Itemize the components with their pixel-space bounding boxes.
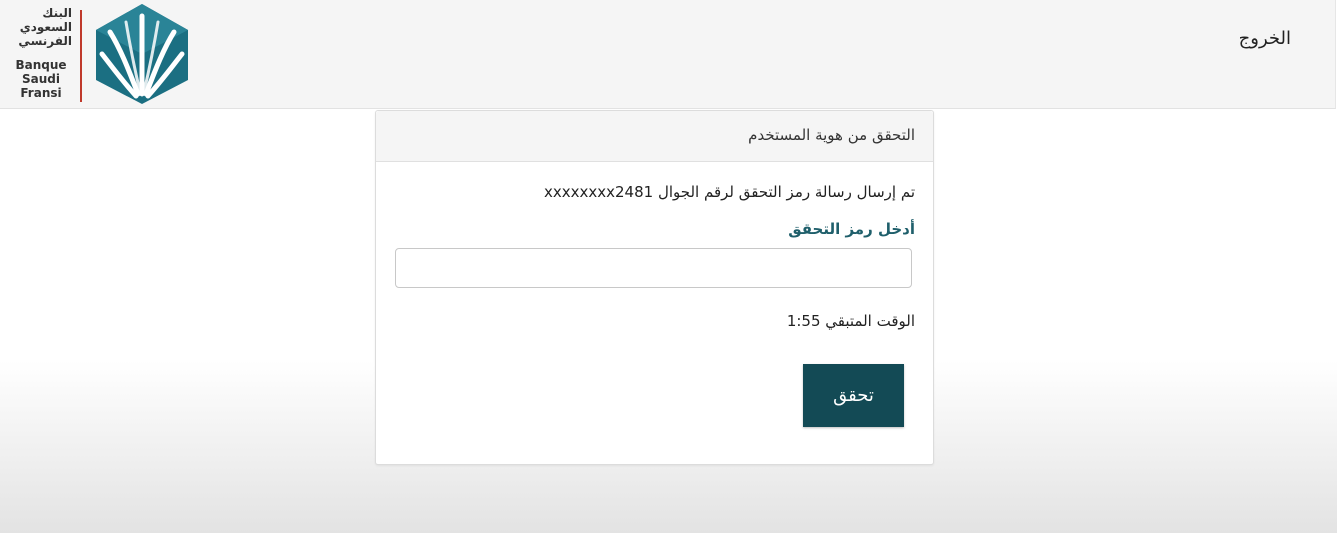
card-header: التحقق من هوية المستخدم xyxy=(376,111,933,162)
otp-code-input[interactable] xyxy=(395,248,912,288)
verify-button[interactable]: تحقق xyxy=(803,364,904,427)
bank-logo[interactable]: البنك السعودي الفرنسي Banque Saudi Frans… xyxy=(4,2,190,106)
otp-sent-message: تم إرسال رسالة رمز التحقق لرقم الجوال xx… xyxy=(543,183,915,201)
logo-french-line-3: Fransi xyxy=(20,86,62,100)
bank-emblem-icon xyxy=(96,4,188,104)
logo-divider xyxy=(80,10,82,102)
logo-french-line-2: Saudi xyxy=(22,72,60,86)
logo-french-name: Banque Saudi Fransi xyxy=(10,58,72,100)
logo-french-line-1: Banque xyxy=(15,58,67,72)
card-title: التحقق من هوية المستخدم xyxy=(748,126,915,144)
logo-arabic-name: البنك السعودي الفرنسي xyxy=(18,6,72,48)
otp-code-label: أدخل رمز التحقق xyxy=(788,220,915,238)
logout-link[interactable]: الخروج xyxy=(1239,28,1291,49)
verification-card: التحقق من هوية المستخدم تم إرسال رسالة ر… xyxy=(375,110,934,465)
remaining-time-text: الوقت المتبقي 1:55 xyxy=(786,312,915,330)
top-header: البنك السعودي الفرنسي Banque Saudi Frans… xyxy=(0,0,1336,109)
